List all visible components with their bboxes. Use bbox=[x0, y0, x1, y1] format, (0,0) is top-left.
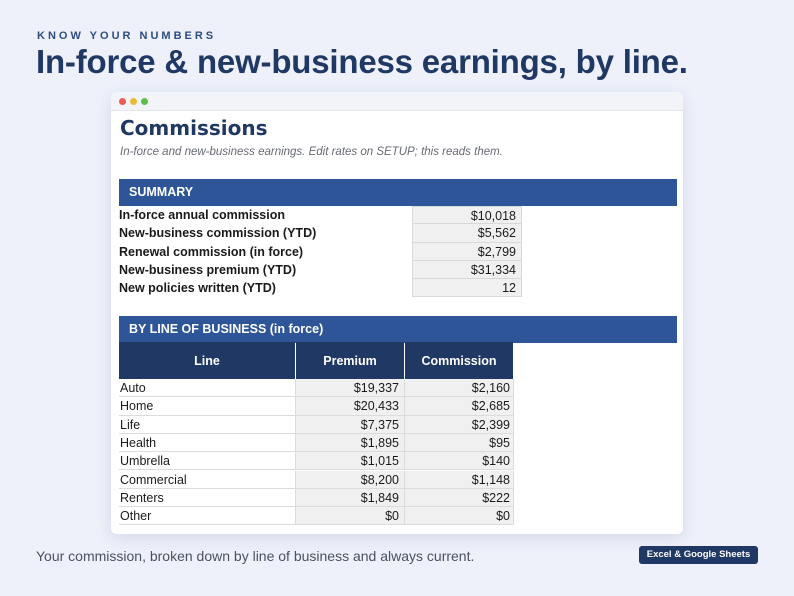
premium-cell[interactable]: $1,895 bbox=[296, 433, 405, 453]
table-row: Other $0 $0 bbox=[119, 507, 514, 526]
column-header-line[interactable]: Line bbox=[119, 342, 295, 379]
summary-label: New policies written (YTD) bbox=[119, 281, 276, 296]
table-row: Auto $19,337 $2,160 bbox=[119, 379, 514, 398]
table-row: Umbrella $1,015 $140 bbox=[119, 452, 514, 471]
summary-row: In-force annual commission $10,018 bbox=[119, 206, 522, 225]
sheet-subtitle: In-force and new-business earnings. Edit… bbox=[120, 146, 503, 158]
close-window-icon[interactable] bbox=[119, 98, 126, 105]
commission-cell[interactable]: $2,160 bbox=[405, 379, 514, 398]
summary-section-header: SUMMARY bbox=[119, 179, 677, 206]
summary-row: New-business commission (YTD) $5,562 bbox=[119, 224, 522, 243]
page-caption: Your commission, broken down by line of … bbox=[36, 548, 475, 564]
premium-cell[interactable]: $1,015 bbox=[296, 452, 405, 471]
commission-cell[interactable]: $222 bbox=[405, 488, 514, 508]
line-of-business-section-header: BY LINE OF BUSINESS (in force) bbox=[119, 316, 677, 343]
line-cell[interactable]: Auto bbox=[119, 379, 296, 398]
summary-value-cell[interactable]: $31,334 bbox=[412, 260, 522, 280]
sheet-area: Commissions In-force and new-business ea… bbox=[111, 111, 683, 534]
table-row: Health $1,895 $95 bbox=[119, 433, 514, 453]
table-row: Commercial $8,200 $1,148 bbox=[119, 470, 514, 489]
line-cell[interactable]: Home bbox=[119, 397, 296, 416]
line-cell[interactable]: Life bbox=[119, 415, 296, 434]
line-cell[interactable]: Commercial bbox=[119, 470, 296, 489]
line-cell[interactable]: Health bbox=[119, 433, 296, 453]
commission-cell[interactable]: $2,399 bbox=[405, 415, 514, 434]
summary-value-cell[interactable]: $2,799 bbox=[412, 242, 522, 261]
summary-value-cell[interactable]: $10,018 bbox=[412, 206, 522, 225]
eyebrow-label: KNOW YOUR NUMBERS bbox=[37, 30, 217, 42]
summary-label: Renewal commission (in force) bbox=[119, 244, 304, 259]
page-headline: In-force & new-business earnings, by lin… bbox=[36, 43, 688, 80]
summary-label: In-force annual commission bbox=[119, 208, 286, 223]
commission-cell[interactable]: $95 bbox=[405, 433, 514, 453]
sheet-title: Commissions bbox=[120, 116, 268, 140]
table-row: Renters $1,849 $222 bbox=[119, 488, 514, 508]
summary-label: New-business premium (YTD) bbox=[119, 263, 297, 278]
window-titlebar bbox=[111, 92, 683, 111]
table-row: Home $20,433 $2,685 bbox=[119, 397, 514, 416]
minimize-window-icon[interactable] bbox=[130, 98, 137, 105]
column-header-premium[interactable]: Premium bbox=[296, 342, 404, 379]
premium-cell[interactable]: $8,200 bbox=[296, 470, 405, 489]
premium-cell[interactable]: $20,433 bbox=[296, 397, 405, 416]
column-header-commission[interactable]: Commission bbox=[405, 342, 513, 379]
line-cell[interactable]: Umbrella bbox=[119, 452, 296, 471]
summary-value-cell[interactable]: 12 bbox=[412, 279, 522, 298]
commission-cell[interactable]: $1,148 bbox=[405, 470, 514, 489]
commission-cell[interactable]: $2,685 bbox=[405, 397, 514, 416]
summary-label: New-business commission (YTD) bbox=[119, 226, 317, 241]
table-row: Life $7,375 $2,399 bbox=[119, 415, 514, 434]
premium-cell[interactable]: $19,337 bbox=[296, 379, 405, 398]
commission-cell[interactable]: $140 bbox=[405, 452, 514, 471]
summary-row: New policies written (YTD) 12 bbox=[119, 279, 522, 298]
line-cell[interactable]: Other bbox=[119, 507, 296, 526]
summary-row: New-business premium (YTD) $31,334 bbox=[119, 260, 522, 280]
premium-cell[interactable]: $0 bbox=[296, 507, 405, 526]
premium-cell[interactable]: $7,375 bbox=[296, 415, 405, 434]
summary-value-cell[interactable]: $5,562 bbox=[412, 224, 522, 243]
spreadsheet-window: Commissions In-force and new-business ea… bbox=[111, 92, 683, 534]
commission-cell[interactable]: $0 bbox=[405, 507, 514, 526]
maximize-window-icon[interactable] bbox=[141, 98, 148, 105]
line-cell[interactable]: Renters bbox=[119, 488, 296, 508]
summary-row: Renewal commission (in force) $2,799 bbox=[119, 242, 522, 261]
platform-badge: Excel & Google Sheets bbox=[639, 546, 758, 564]
premium-cell[interactable]: $1,849 bbox=[296, 488, 405, 508]
